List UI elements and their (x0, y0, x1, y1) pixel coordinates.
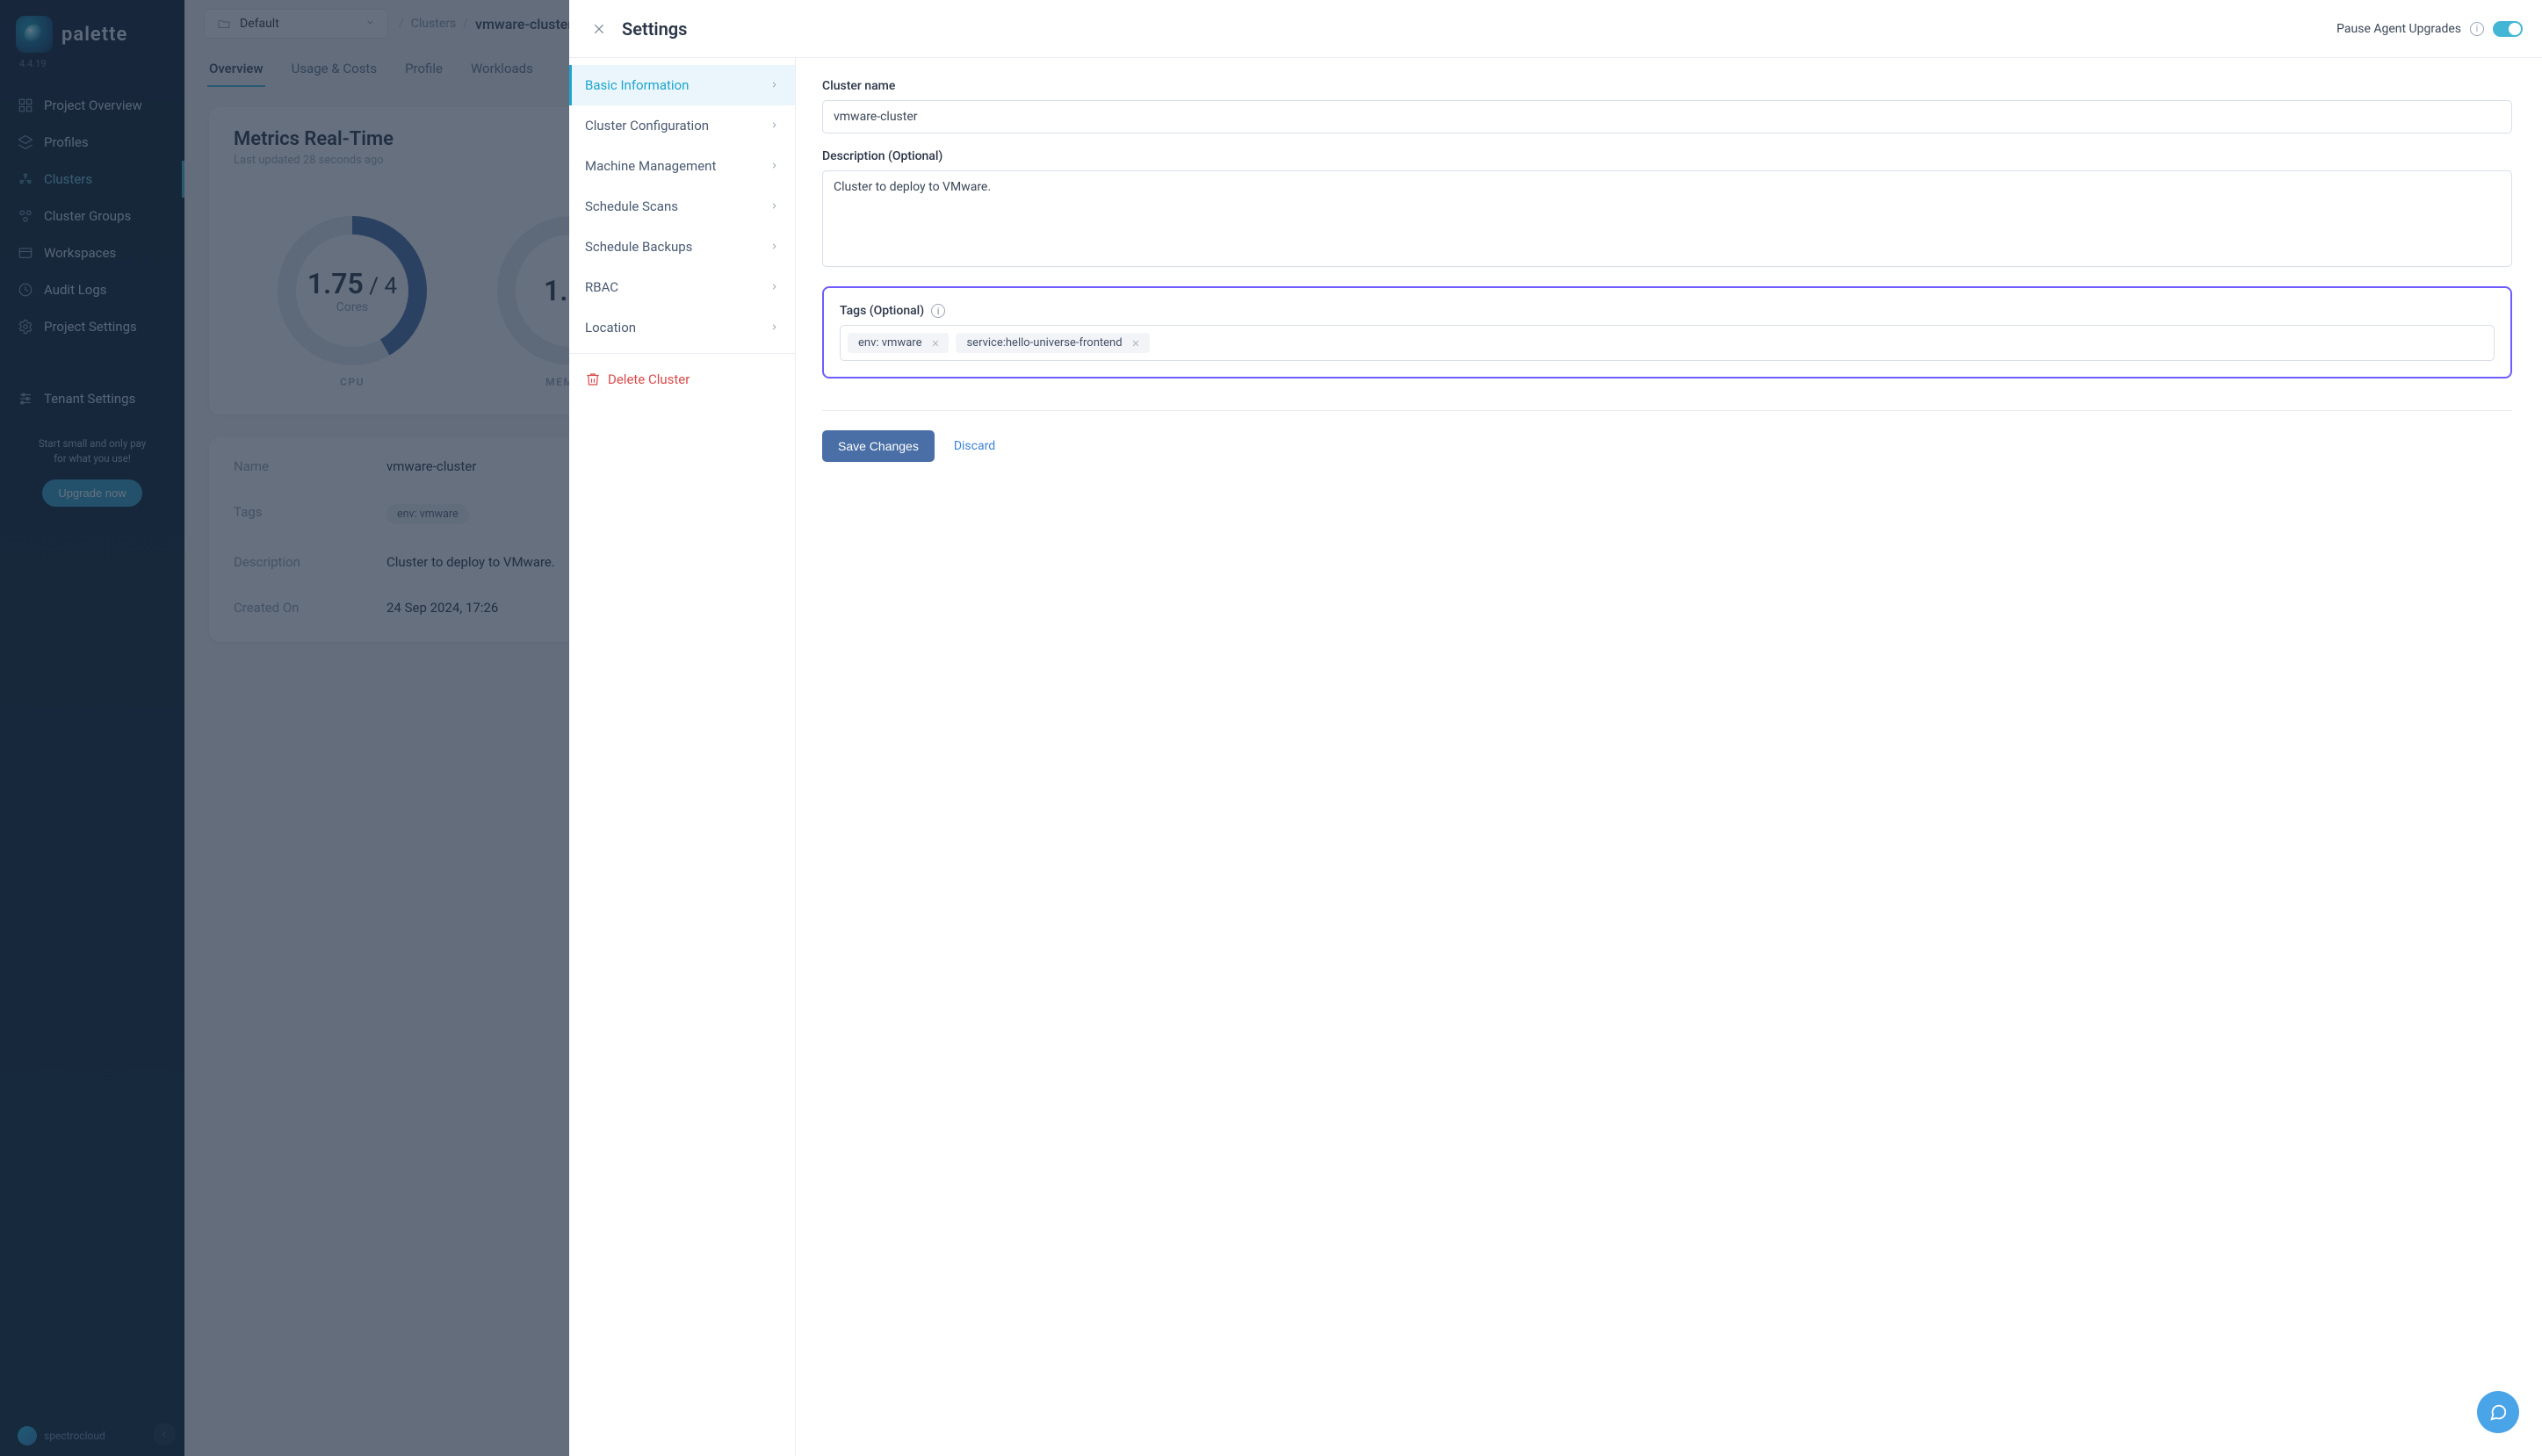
settings-drawer: Settings Pause Agent Upgrades i Basic In… (569, 0, 2542, 1456)
description-textarea[interactable] (822, 170, 2512, 267)
tags-label: Tags (Optional) i (840, 304, 2495, 318)
info-icon[interactable]: i (931, 304, 945, 318)
chevron-right-icon (769, 279, 779, 295)
chevron-right-icon (769, 158, 779, 174)
tag-chip: service:hello-universe-frontend (956, 333, 1149, 353)
settings-nav-location[interactable]: Location (569, 307, 795, 348)
settings-form: Cluster name Description (Optional) Tags… (796, 58, 2542, 1456)
drawer-title: Settings (622, 18, 687, 40)
settings-nav-machine-mgmt[interactable]: Machine Management (569, 146, 795, 186)
close-icon (592, 22, 606, 36)
settings-nav-cluster-config[interactable]: Cluster Configuration (569, 105, 795, 146)
description-label: Description (Optional) (822, 149, 2512, 163)
tag-remove-button[interactable] (928, 336, 942, 350)
settings-nav: Basic Information Cluster Configuration … (569, 58, 796, 1456)
trash-icon (585, 371, 601, 387)
tag-chip: env: vmware (848, 333, 949, 353)
chevron-right-icon (769, 239, 779, 255)
discard-button[interactable]: Discard (954, 439, 995, 453)
delete-cluster-button[interactable]: Delete Cluster (569, 359, 795, 400)
pause-upgrades-toggle[interactable] (2493, 21, 2523, 37)
cluster-name-label: Cluster name (822, 79, 2512, 93)
chevron-right-icon (769, 320, 779, 335)
settings-nav-schedule-backups[interactable]: Schedule Backups (569, 227, 795, 267)
help-fab[interactable] (2477, 1391, 2519, 1433)
tags-section: Tags (Optional) i env: vmware service:he… (822, 286, 2512, 378)
tags-input[interactable]: env: vmware service:hello-universe-front… (840, 325, 2495, 361)
settings-nav-rbac[interactable]: RBAC (569, 267, 795, 307)
info-icon[interactable]: i (2470, 22, 2484, 36)
save-changes-button[interactable]: Save Changes (822, 430, 935, 462)
pause-upgrades-label: Pause Agent Upgrades (2336, 22, 2461, 36)
chevron-right-icon (769, 118, 779, 133)
tag-remove-button[interactable] (1130, 336, 1143, 350)
settings-nav-basic-info[interactable]: Basic Information (569, 65, 795, 105)
chevron-right-icon (769, 77, 779, 93)
drawer-header: Settings Pause Agent Upgrades i (569, 0, 2542, 58)
chevron-right-icon (769, 198, 779, 214)
cluster-name-input[interactable] (822, 100, 2512, 133)
chat-icon (2488, 1402, 2508, 1422)
settings-nav-schedule-scans[interactable]: Schedule Scans (569, 186, 795, 227)
close-button[interactable] (587, 17, 611, 41)
